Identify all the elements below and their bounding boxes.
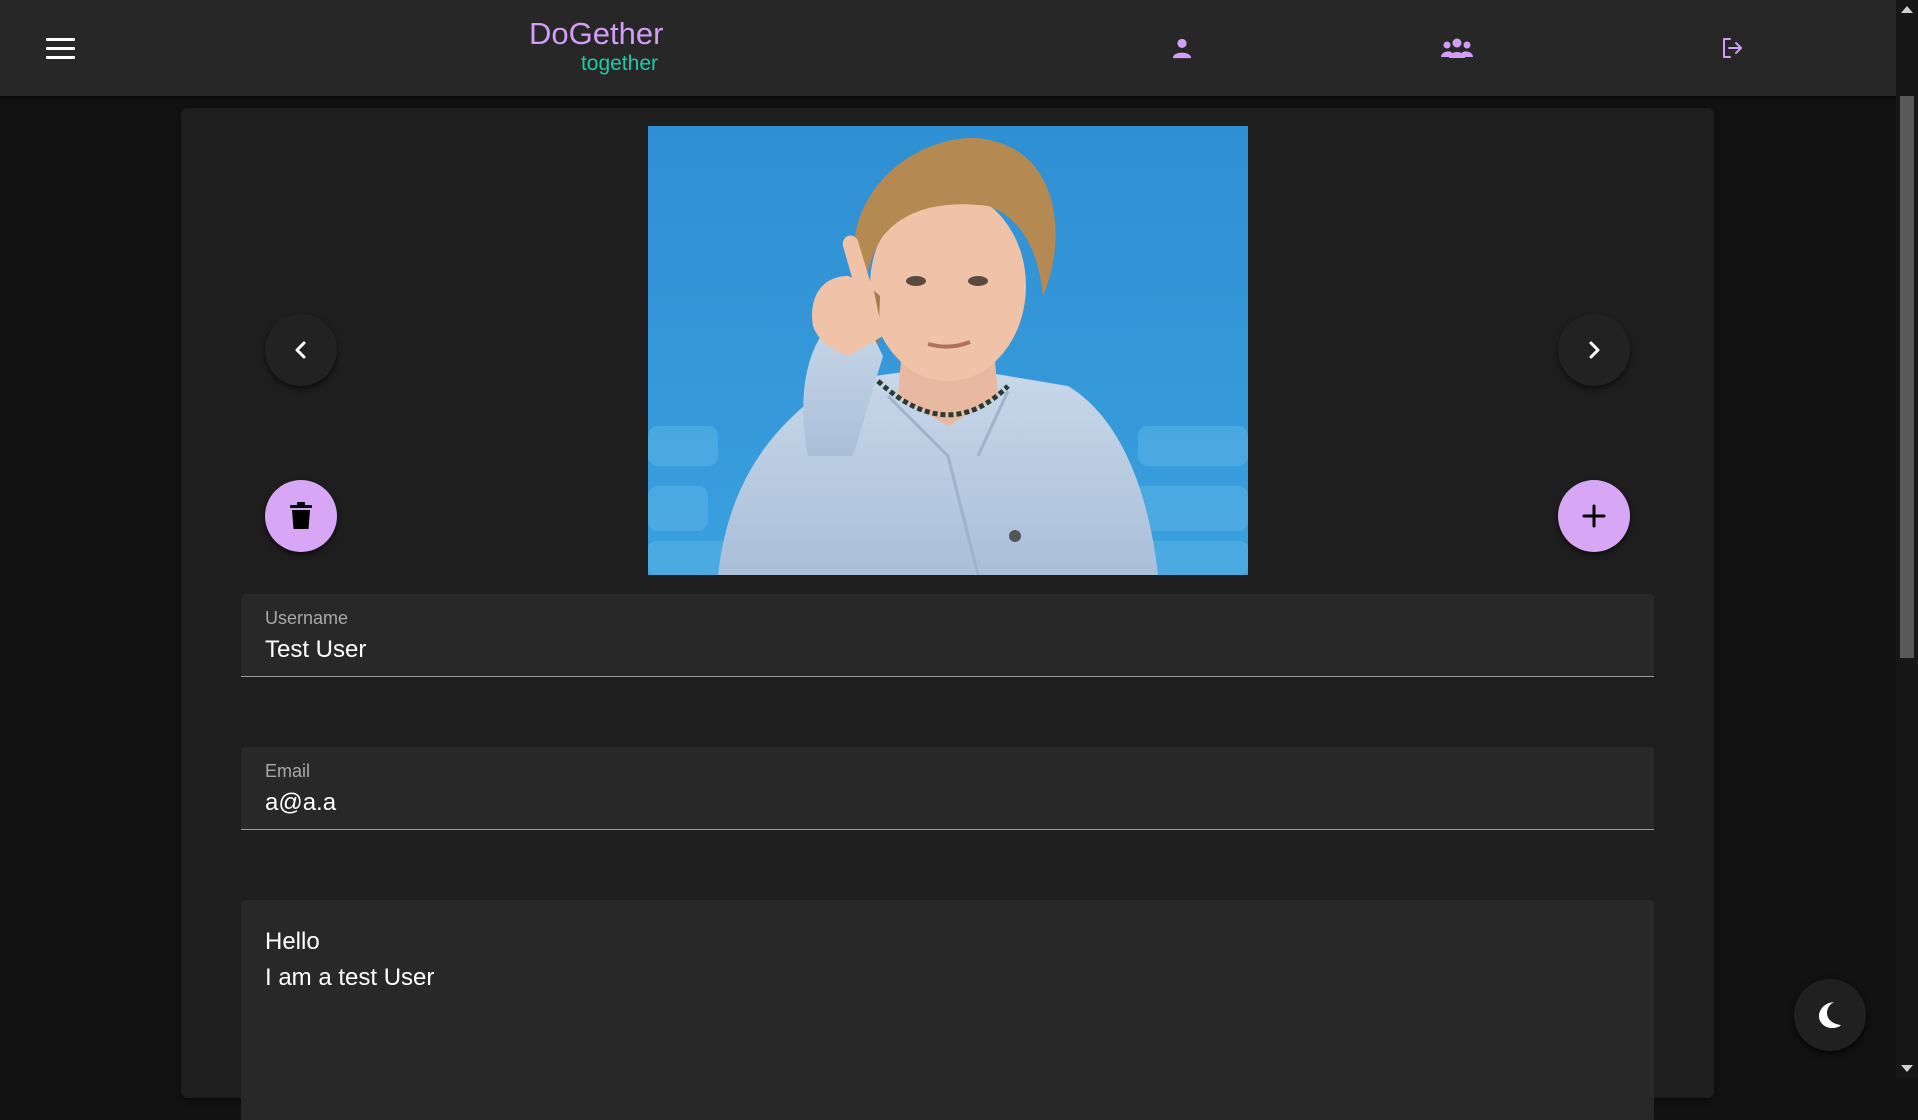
- previous-photo-button[interactable]: [265, 314, 337, 386]
- email-field[interactable]: Email a@a.a: [241, 747, 1654, 830]
- delete-photo-button[interactable]: [265, 480, 337, 552]
- username-label: Username: [265, 608, 349, 628]
- brand: DoGether together: [529, 16, 669, 76]
- bio-textarea[interactable]: Hello I am a test User: [241, 900, 1654, 1120]
- chevron-left-icon: [295, 341, 306, 359]
- app-subtitle: together: [580, 52, 658, 75]
- trash-icon: [290, 502, 312, 529]
- add-photo-button[interactable]: [1558, 480, 1630, 552]
- profile-card: Username Test User Email a@a.a Hello I a…: [181, 108, 1714, 1120]
- logout-icon: [1723, 38, 1742, 58]
- chevron-right-icon: [1589, 341, 1600, 359]
- scroll-thumb[interactable]: [1900, 96, 1914, 658]
- groups-nav-button[interactable]: [1439, 30, 1475, 66]
- email-value[interactable]: a@a.a: [265, 789, 336, 817]
- app-title: DoGether: [529, 16, 664, 51]
- plus-icon: [1582, 504, 1606, 528]
- page-scrollbar[interactable]: [1896, 0, 1918, 1078]
- bio-line: I am a test User: [265, 964, 435, 991]
- profile-photo: [648, 126, 1248, 575]
- username-field[interactable]: Username Test User: [241, 594, 1654, 677]
- app-bar: DoGether together: [0, 0, 1896, 96]
- menu-icon[interactable]: [38, 28, 82, 68]
- scroll-up-icon[interactable]: [1901, 6, 1913, 13]
- username-value[interactable]: Test User: [265, 636, 366, 664]
- person-icon: [1172, 38, 1192, 59]
- scroll-down-icon[interactable]: [1901, 1065, 1913, 1072]
- group-icon: [1441, 38, 1473, 58]
- profile-photo-image: [648, 126, 1248, 575]
- next-photo-button[interactable]: [1558, 314, 1630, 386]
- theme-toggle-button[interactable]: [1794, 979, 1866, 1051]
- logout-button[interactable]: [1714, 30, 1750, 66]
- moon-icon: [1819, 1002, 1841, 1028]
- bio-line: Hello: [265, 928, 320, 955]
- profile-nav-button[interactable]: [1164, 30, 1200, 66]
- email-label: Email: [265, 761, 311, 781]
